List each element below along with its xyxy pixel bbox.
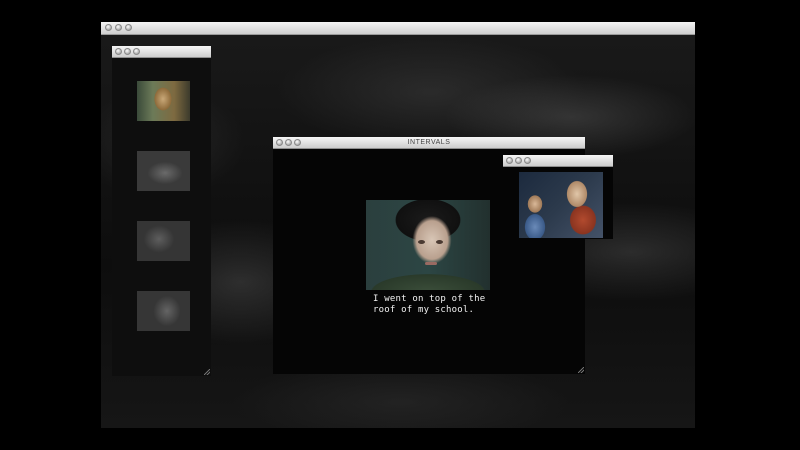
minimize-window-button[interactable] <box>285 139 292 146</box>
eye-left <box>418 240 425 244</box>
zoom-window-button[interactable] <box>133 48 140 55</box>
video-thumbnail-2[interactable] <box>137 151 190 191</box>
outer-window-titlebar[interactable] <box>101 22 695 35</box>
window-controls <box>276 139 301 146</box>
video-thumbnail-3[interactable] <box>137 221 190 261</box>
desktop-screen: INTERVALS I went on top of the roof of m… <box>101 22 695 428</box>
photo-image[interactable] <box>519 172 603 238</box>
minimize-window-button[interactable] <box>115 24 122 31</box>
video-subtitle: I went on top of the roof of my school. <box>373 294 486 315</box>
minimize-window-button[interactable] <box>124 48 131 55</box>
intervals-window-title: INTERVALS <box>407 139 451 146</box>
window-controls <box>506 157 531 164</box>
close-window-button[interactable] <box>105 24 112 31</box>
thumbnails-window <box>112 46 211 376</box>
mouth <box>425 262 437 265</box>
video-thumbnail-1[interactable] <box>137 81 190 121</box>
close-window-button[interactable] <box>115 48 122 55</box>
window-controls <box>115 48 140 55</box>
zoom-window-button[interactable] <box>294 139 301 146</box>
zoom-window-button[interactable] <box>524 157 531 164</box>
thumbnails-window-titlebar[interactable] <box>112 46 211 58</box>
close-window-button[interactable] <box>276 139 283 146</box>
photo-window <box>503 155 613 239</box>
resize-grip-icon[interactable] <box>204 369 210 375</box>
photo-window-titlebar[interactable] <box>503 155 613 167</box>
zoom-window-button[interactable] <box>125 24 132 31</box>
resize-grip-icon[interactable] <box>578 367 584 373</box>
video-frame[interactable] <box>366 200 490 290</box>
video-thumbnail-4[interactable] <box>137 291 190 331</box>
minimize-window-button[interactable] <box>515 157 522 164</box>
intervals-window-titlebar[interactable]: INTERVALS <box>273 137 585 149</box>
window-controls <box>105 24 132 31</box>
eye-right <box>436 240 443 244</box>
close-window-button[interactable] <box>506 157 513 164</box>
